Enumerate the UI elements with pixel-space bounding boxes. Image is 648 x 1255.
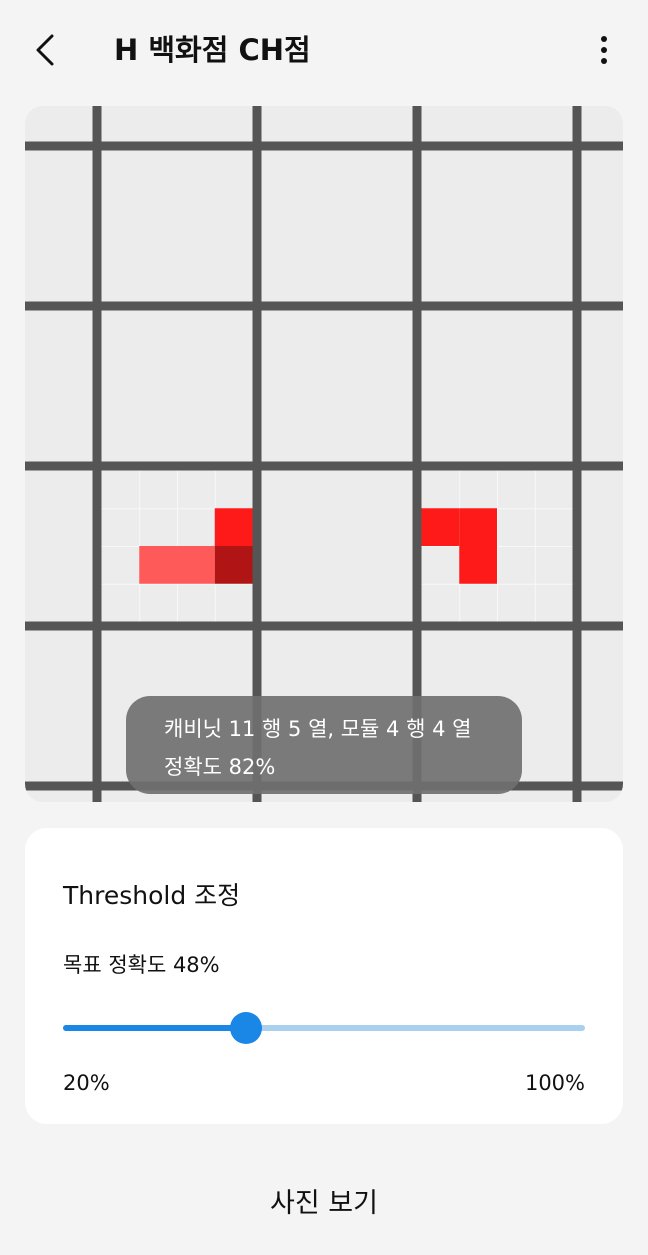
highlighted-module[interactable] xyxy=(177,546,215,584)
back-button[interactable] xyxy=(24,26,68,74)
slider-thumb[interactable] xyxy=(229,1012,262,1044)
slider-max-label: 100% xyxy=(524,1071,585,1095)
page-title: H 백화점 CH점 xyxy=(114,33,311,67)
accuracy-slider[interactable] xyxy=(63,1008,585,1048)
module-gridline xyxy=(534,470,536,622)
highlighted-module[interactable] xyxy=(459,508,497,546)
cabinet-gridline-vertical xyxy=(572,106,582,802)
slider-min-label: 20% xyxy=(63,1071,110,1095)
highlighted-module[interactable] xyxy=(214,508,253,546)
more-vertical-icon-dot xyxy=(601,47,607,53)
more-vertical-icon xyxy=(601,36,607,42)
threshold-title: Threshold 조정 xyxy=(63,881,241,910)
highlighted-module[interactable] xyxy=(214,546,253,584)
toast-location-text: 캐비닛 11 행 5 열, 모듈 4 행 4 열 xyxy=(164,717,472,741)
selection-toast: 캐비닛 11 행 5 열, 모듈 4 행 4 열 정확도 82% xyxy=(126,696,522,794)
view-photo-button[interactable]: 사진 보기 xyxy=(224,1172,424,1228)
slider-track-fill xyxy=(63,1025,246,1031)
cabinet-gridline-horizontal xyxy=(25,141,623,151)
highlighted-module[interactable] xyxy=(421,508,460,546)
threshold-card: Threshold 조정 목표 정확도 48% 20% 100% xyxy=(25,828,623,1124)
cabinet-gridline-vertical xyxy=(92,106,102,802)
toast-accuracy-text: 정확도 82% xyxy=(164,755,276,779)
module-gridline xyxy=(421,583,573,585)
highlighted-module[interactable] xyxy=(139,546,177,584)
target-accuracy-label: 목표 정확도 48% xyxy=(63,953,220,977)
more-options-button[interactable] xyxy=(584,28,624,72)
cabinet-gridline-horizontal xyxy=(25,301,623,311)
app-bar: H 백화점 CH점 xyxy=(0,0,648,100)
cabinet-gridline-horizontal xyxy=(25,621,623,631)
cabinet-gridline-horizontal xyxy=(25,461,623,471)
highlighted-module[interactable] xyxy=(459,546,497,584)
more-vertical-icon-dot xyxy=(601,58,607,64)
led-grid-view[interactable]: 캐비닛 11 행 5 열, 모듈 4 행 4 열 정확도 82% xyxy=(25,106,623,802)
module-gridline xyxy=(101,583,253,585)
chevron-left-icon xyxy=(36,34,54,66)
